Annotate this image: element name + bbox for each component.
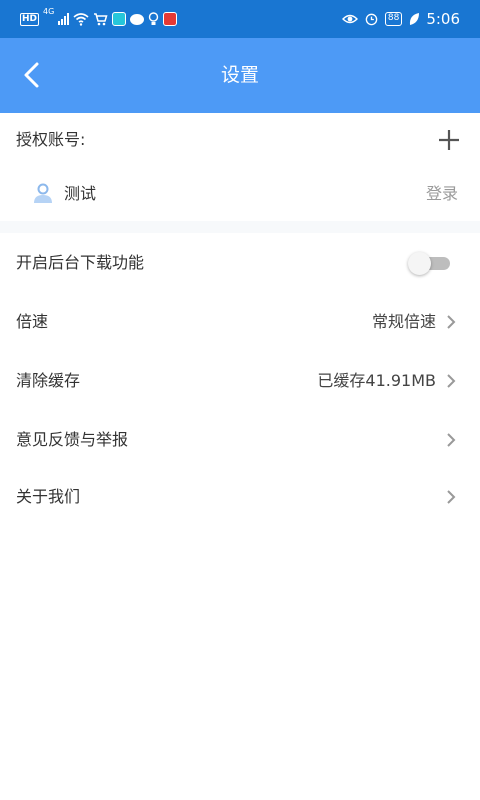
about-row[interactable]: 关于我们	[0, 469, 480, 525]
chevron-right-icon	[447, 490, 456, 504]
account-item[interactable]: 测试 登录	[0, 167, 480, 221]
background-download-row: 开启后台下载功能	[0, 235, 480, 291]
chevron-right-icon	[447, 433, 456, 447]
section-divider	[0, 221, 480, 233]
chevron-right-icon	[447, 374, 456, 388]
background-download-toggle[interactable]	[408, 252, 450, 275]
leaf-icon	[410, 13, 420, 25]
background-download-label: 开启后台下载功能	[16, 253, 145, 272]
speed-label: 倍速	[16, 312, 49, 331]
title-bar: 设置	[0, 38, 480, 113]
about-label: 关于我们	[16, 487, 81, 506]
cart-icon	[94, 13, 108, 26]
toggle-knob	[408, 252, 431, 275]
login-button[interactable]: 登录	[426, 167, 458, 221]
search-app-icon	[112, 12, 127, 26]
account-name: 测试	[64, 184, 97, 203]
speed-value: 常规倍速	[371, 312, 436, 331]
bulb-icon	[149, 12, 159, 25]
hd-icon: HD	[20, 12, 40, 26]
user-icon	[34, 183, 52, 203]
authorized-accounts-row: 授权账号:	[0, 113, 480, 167]
battery-icon: 88	[384, 12, 403, 26]
network-4g-icon: 4G	[43, 7, 55, 16]
status-bar: HD 4G 88 5:06	[0, 0, 480, 38]
feedback-row[interactable]: 意见反馈与举报	[0, 412, 480, 468]
chevron-right-icon	[447, 315, 456, 329]
chat-bubble-icon	[130, 13, 145, 25]
alarm-icon	[365, 13, 378, 26]
signal-icon	[58, 13, 70, 25]
red-app-icon	[163, 12, 178, 26]
back-arrow-icon[interactable]	[16, 58, 50, 92]
speed-row[interactable]: 倍速 常规倍速	[0, 294, 480, 350]
status-right-icons: 88 5:06	[341, 8, 460, 30]
eye-icon	[341, 14, 358, 24]
clear-cache-row[interactable]: 清除缓存 已缓存41.91MB	[0, 353, 480, 409]
wifi-icon	[73, 13, 89, 26]
cache-size-value: 已缓存41.91MB	[317, 371, 436, 390]
authorized-accounts-label: 授权账号:	[16, 130, 86, 149]
page-title: 设置	[220, 64, 259, 86]
clock-time: 5:06	[426, 10, 460, 28]
plus-icon[interactable]	[438, 129, 460, 151]
status-left-icons: HD 4G	[20, 7, 178, 28]
feedback-label: 意见反馈与举报	[16, 430, 129, 449]
clear-cache-label: 清除缓存	[16, 371, 81, 390]
